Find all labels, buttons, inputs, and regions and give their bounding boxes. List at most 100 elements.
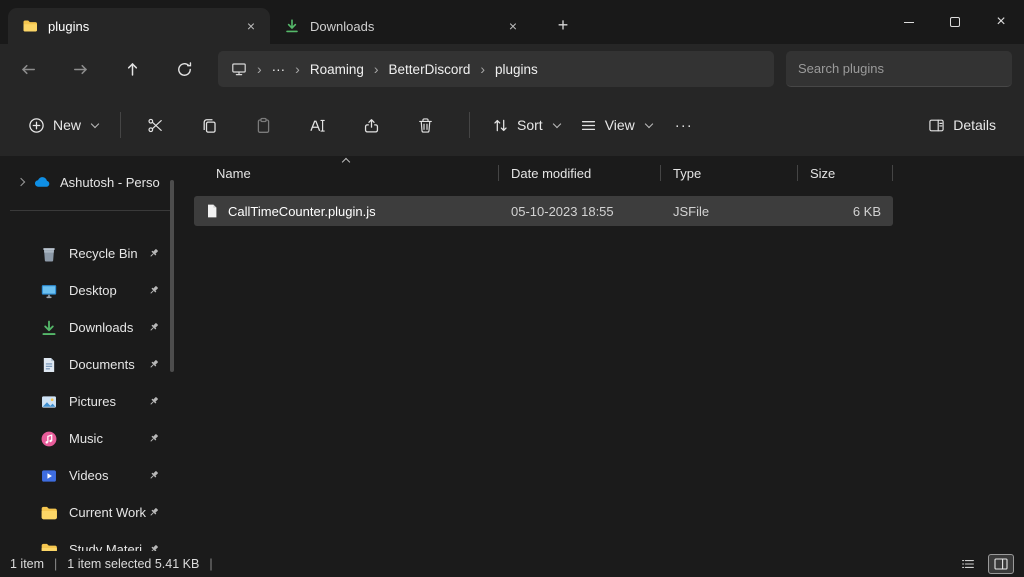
breadcrumb-this-pc[interactable] bbox=[222, 55, 256, 83]
js-file-icon bbox=[204, 203, 220, 219]
status-divider: | bbox=[54, 557, 57, 571]
folder-icon bbox=[40, 541, 58, 552]
desktop-icon bbox=[40, 282, 58, 300]
recycle-bin-icon bbox=[40, 245, 58, 263]
this-pc-icon bbox=[231, 61, 247, 77]
rename-icon bbox=[309, 117, 326, 134]
tab-downloads[interactable]: Downloads × bbox=[270, 8, 532, 44]
refresh-icon bbox=[176, 61, 193, 78]
sidebar-item-downloads[interactable]: Downloads bbox=[6, 311, 176, 344]
sidebar-item-pictures[interactable]: Pictures bbox=[6, 385, 176, 418]
rename-button[interactable] bbox=[295, 107, 339, 143]
details-pane-icon bbox=[928, 117, 945, 134]
address-bar[interactable]: › ··· › Roaming › BetterDiscord › plugin… bbox=[218, 51, 774, 87]
pin-icon bbox=[147, 321, 160, 334]
chevron-down-icon bbox=[91, 119, 99, 127]
cut-button[interactable] bbox=[133, 107, 177, 143]
folder-icon bbox=[40, 504, 58, 522]
back-button[interactable] bbox=[10, 52, 46, 86]
tab-strip: plugins × Downloads × + bbox=[0, 8, 578, 44]
pin-icon bbox=[147, 543, 160, 551]
sidebar-item-current-work[interactable]: Current Work bbox=[6, 496, 176, 529]
videos-icon bbox=[40, 467, 58, 485]
breadcrumb-collapsed[interactable]: ··· bbox=[263, 55, 295, 83]
copy-icon bbox=[201, 117, 218, 134]
file-row-selected[interactable]: CallTimeCounter.plugin.js 05-10-2023 18:… bbox=[194, 196, 893, 226]
command-toolbar: New Sort View bbox=[0, 94, 1024, 156]
view-icon bbox=[580, 117, 597, 134]
onedrive-cloud-icon bbox=[33, 173, 51, 191]
file-type-cell: JSFile bbox=[661, 196, 798, 226]
view-button-label: View bbox=[605, 117, 635, 133]
status-divider: | bbox=[209, 557, 212, 571]
up-button[interactable] bbox=[114, 52, 150, 86]
tab-label: plugins bbox=[48, 19, 240, 34]
sidebar-item-onedrive[interactable]: Ashutosh - Perso bbox=[6, 166, 176, 198]
window-controls: × bbox=[886, 0, 1024, 44]
navigation-bar: › ··· › Roaming › BetterDiscord › plugin… bbox=[0, 44, 1024, 94]
thumbnail-view-toggle[interactable] bbox=[988, 554, 1014, 574]
paste-button[interactable] bbox=[241, 107, 285, 143]
minimize-button[interactable] bbox=[886, 0, 932, 44]
chevron-right-icon[interactable] bbox=[17, 178, 25, 186]
sidebar-item-recycle-bin[interactable]: Recycle Bin bbox=[6, 237, 176, 270]
delete-icon bbox=[417, 117, 434, 134]
paste-icon bbox=[255, 117, 272, 134]
sort-icon bbox=[492, 117, 509, 134]
download-icon bbox=[284, 18, 300, 34]
column-header-date-modified[interactable]: Date modified bbox=[499, 156, 661, 190]
delete-button[interactable] bbox=[403, 107, 447, 143]
share-button[interactable] bbox=[349, 107, 393, 143]
file-date-cell: 05-10-2023 18:55 bbox=[499, 196, 661, 226]
details-view-icon bbox=[960, 556, 976, 572]
share-icon bbox=[363, 117, 380, 134]
maximize-button[interactable] bbox=[932, 0, 978, 44]
sidebar-item-music[interactable]: Music bbox=[6, 422, 176, 455]
toolbar-divider bbox=[120, 112, 121, 138]
copy-button[interactable] bbox=[187, 107, 231, 143]
file-name-cell: CallTimeCounter.plugin.js bbox=[194, 196, 499, 226]
item-count: 1 item bbox=[10, 557, 44, 571]
view-button[interactable]: View bbox=[570, 107, 662, 143]
pin-icon bbox=[147, 247, 160, 260]
tab-close-icon[interactable]: × bbox=[240, 15, 262, 37]
new-button[interactable]: New bbox=[18, 107, 108, 143]
details-pane-button[interactable]: Details bbox=[918, 107, 1006, 143]
file-list: Name Date modified Type Size bbox=[182, 156, 1024, 551]
search-input[interactable] bbox=[798, 61, 1000, 76]
file-list-header: Name Date modified Type Size bbox=[194, 156, 893, 190]
sidebar-scrollbar[interactable] bbox=[170, 180, 174, 372]
breadcrumb-plugins[interactable]: plugins bbox=[486, 55, 547, 83]
sort-button[interactable]: Sort bbox=[482, 107, 570, 143]
breadcrumb-roaming[interactable]: Roaming bbox=[301, 55, 373, 83]
pin-icon bbox=[147, 469, 160, 482]
sidebar-item-desktop[interactable]: Desktop bbox=[6, 274, 176, 307]
forward-button[interactable] bbox=[62, 52, 98, 86]
tab-close-icon[interactable]: × bbox=[502, 15, 524, 37]
tab-plugins[interactable]: plugins × bbox=[8, 8, 270, 44]
file-explorer-window: plugins × Downloads × + × bbox=[0, 0, 1024, 577]
tab-label: Downloads bbox=[310, 19, 502, 34]
close-button[interactable]: × bbox=[978, 0, 1024, 44]
breadcrumb-betterdiscord[interactable]: BetterDiscord bbox=[380, 55, 480, 83]
sidebar-item-study-material[interactable]: Study Materi bbox=[6, 533, 176, 551]
search-box[interactable] bbox=[786, 51, 1012, 87]
column-header-name[interactable]: Name bbox=[194, 156, 499, 190]
sidebar-divider bbox=[10, 210, 172, 211]
details-view-toggle[interactable] bbox=[955, 554, 981, 574]
sort-button-label: Sort bbox=[517, 117, 543, 133]
up-icon bbox=[124, 61, 141, 78]
document-icon bbox=[40, 356, 58, 374]
refresh-button[interactable] bbox=[166, 52, 202, 86]
pin-icon bbox=[147, 432, 160, 445]
column-header-type[interactable]: Type bbox=[661, 156, 798, 190]
pin-icon bbox=[147, 284, 160, 297]
selection-summary: 1 item selected 5.41 KB bbox=[67, 557, 199, 571]
column-header-size[interactable]: Size bbox=[798, 156, 893, 190]
thumbnail-view-icon bbox=[993, 556, 1009, 572]
chevron-down-icon bbox=[552, 119, 560, 127]
sidebar-item-documents[interactable]: Documents bbox=[6, 348, 176, 381]
new-tab-button[interactable]: + bbox=[548, 10, 578, 40]
sidebar-item-videos[interactable]: Videos bbox=[6, 459, 176, 492]
more-options-button[interactable]: ··· bbox=[662, 107, 706, 143]
